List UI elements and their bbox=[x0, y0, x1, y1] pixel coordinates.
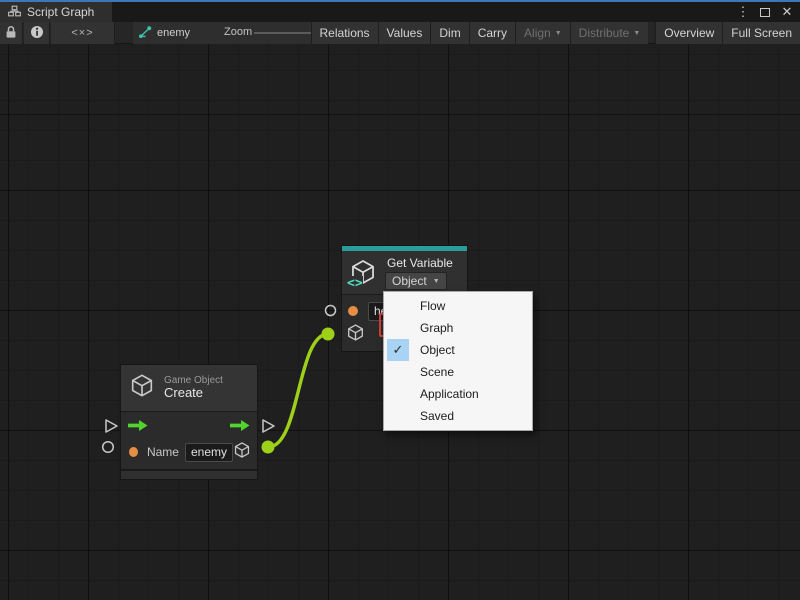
flow-in-arrow-icon[interactable] bbox=[127, 419, 149, 437]
node-title: Create bbox=[164, 386, 223, 401]
relations-button[interactable]: Relations bbox=[311, 22, 378, 44]
hierarchy-icon bbox=[8, 5, 21, 20]
variable-cube-icon: <> bbox=[349, 254, 377, 290]
gameobject-cube-icon bbox=[129, 372, 155, 404]
dim-button[interactable]: Dim bbox=[430, 22, 468, 44]
graph-toolbar: <×> enemy Zoom 1x Relations Values Dim C… bbox=[0, 22, 800, 44]
name-input[interactable]: enemy bbox=[185, 443, 233, 462]
info-icon bbox=[30, 25, 44, 42]
wire-start-port[interactable] bbox=[262, 441, 275, 454]
checkmark-icon: ✓ bbox=[387, 339, 409, 361]
graph-icon bbox=[138, 25, 152, 42]
overview-button[interactable]: Overview bbox=[655, 22, 722, 44]
create-node-footer bbox=[121, 469, 257, 479]
align-dropdown-button[interactable]: Align▼ bbox=[515, 22, 570, 44]
chevron-down-icon: ▼ bbox=[433, 278, 440, 285]
kebab-menu-icon[interactable]: ⋮ bbox=[734, 3, 752, 21]
graph-canvas[interactable]: <> Get Variable Object ▼ he bbox=[0, 44, 800, 600]
script-graph-window: Script Graph ⋮ ✕ bbox=[0, 0, 800, 600]
create-node-header: Game Object Create bbox=[121, 365, 257, 411]
param-label: Name bbox=[147, 445, 179, 459]
lock-icon bbox=[5, 25, 17, 42]
code-icon: <×> bbox=[71, 27, 93, 39]
tab-title: Script Graph bbox=[27, 5, 94, 19]
maximize-icon[interactable] bbox=[756, 3, 774, 21]
variable-scope-menu: Flow Graph ✓ Object Scene Application Sa… bbox=[383, 291, 533, 431]
code-preview-button[interactable]: <×> bbox=[51, 22, 115, 44]
gameobject-output-icon[interactable] bbox=[233, 441, 251, 464]
name-value-port[interactable] bbox=[348, 306, 358, 316]
values-button[interactable]: Values bbox=[378, 22, 431, 44]
name-value-port[interactable] bbox=[129, 447, 138, 457]
create-gameobject-node[interactable]: Game Object Create Name bbox=[120, 364, 258, 480]
variable-scope-dropdown[interactable]: Object ▼ bbox=[385, 272, 447, 290]
toolbar-buttons: Relations Values Dim Carry Align▼ Distri… bbox=[311, 22, 800, 44]
close-icon[interactable]: ✕ bbox=[778, 3, 796, 21]
check-slot bbox=[387, 361, 409, 383]
flow-out-port-icon[interactable] bbox=[261, 418, 276, 439]
check-slot bbox=[387, 383, 409, 405]
menu-item-flow[interactable]: Flow bbox=[386, 295, 530, 317]
carry-button[interactable]: Carry bbox=[469, 22, 515, 44]
tab-script-graph[interactable]: Script Graph bbox=[0, 2, 112, 22]
get-variable-header: <> Get Variable Object ▼ bbox=[342, 251, 467, 294]
check-slot bbox=[387, 295, 409, 317]
breadcrumb-graph-name[interactable]: enemy bbox=[157, 27, 190, 39]
full-screen-button[interactable]: Full Screen bbox=[722, 22, 800, 44]
create-node-body: Name enemy bbox=[121, 411, 257, 469]
zoom-label: Zoom bbox=[224, 26, 252, 38]
gameobject-port-icon[interactable] bbox=[346, 323, 365, 347]
menu-item-scene[interactable]: Scene bbox=[386, 361, 530, 383]
wire-end-port[interactable] bbox=[322, 328, 335, 341]
chevron-down-icon: ▼ bbox=[555, 30, 562, 37]
code-brackets-icon: <> bbox=[347, 276, 363, 291]
menu-item-object[interactable]: ✓ Object bbox=[386, 339, 530, 361]
chevron-down-icon: ▼ bbox=[633, 30, 640, 37]
check-slot bbox=[387, 405, 409, 427]
tab-bar: Script Graph ⋮ ✕ bbox=[0, 2, 800, 22]
lock-button[interactable] bbox=[0, 22, 23, 44]
window-controls: ⋮ ✕ bbox=[734, 2, 796, 22]
menu-item-graph[interactable]: Graph bbox=[386, 317, 530, 339]
distribute-dropdown-button[interactable]: Distribute▼ bbox=[570, 22, 649, 44]
menu-item-saved[interactable]: Saved bbox=[386, 405, 530, 427]
flow-out-arrow-icon[interactable] bbox=[229, 419, 251, 437]
unconnected-port-icon[interactable] bbox=[324, 304, 337, 322]
node-title: Get Variable bbox=[387, 256, 453, 270]
value-in-port-icon[interactable] bbox=[101, 440, 115, 459]
menu-item-application[interactable]: Application bbox=[386, 383, 530, 405]
info-button[interactable] bbox=[24, 22, 50, 44]
flow-in-port-icon[interactable] bbox=[104, 418, 119, 439]
check-slot bbox=[387, 317, 409, 339]
